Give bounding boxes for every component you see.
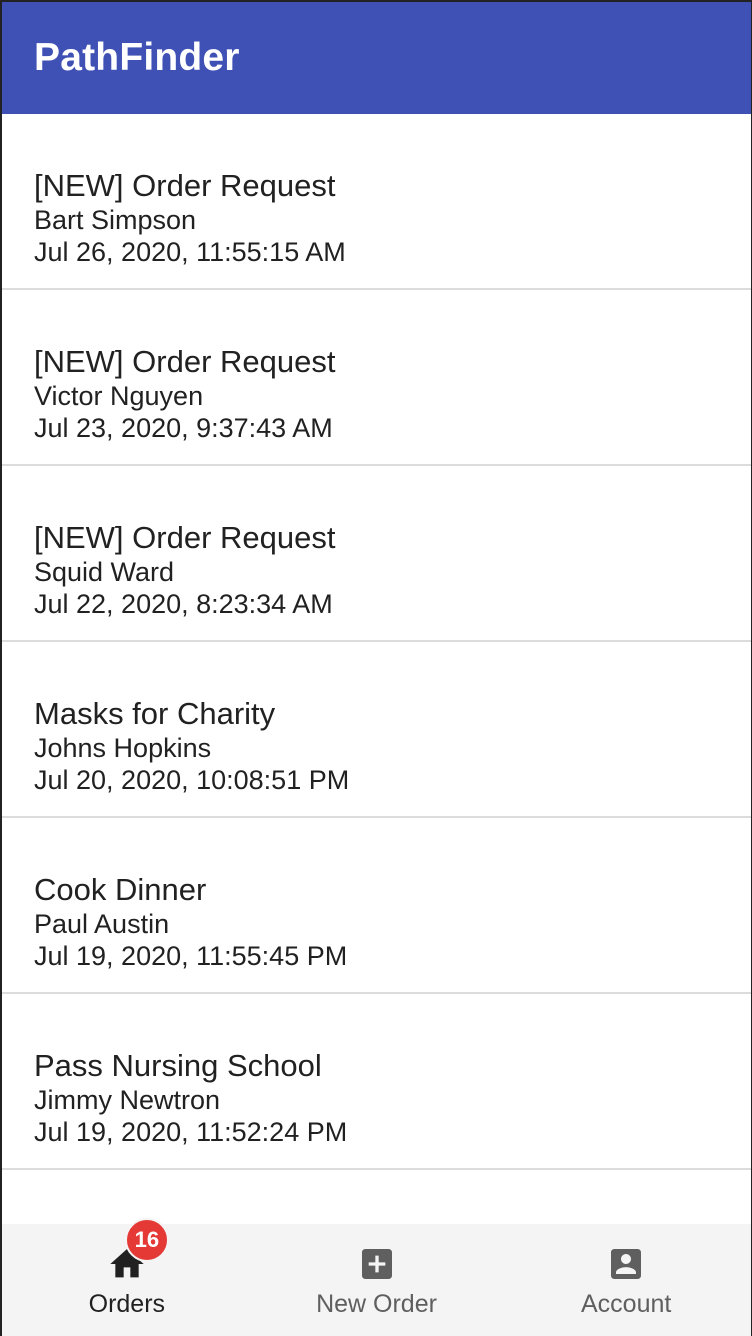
orders-count-badge: 16 [124,1218,169,1262]
tab-orders-label: Orders [88,1290,166,1318]
order-list-item[interactable]: Cook Dinner Paul Austin Jul 19, 2020, 11… [2,818,751,994]
order-title: [NEW] Order Request [34,520,336,555]
order-requester: Victor Nguyen [34,381,204,411]
tab-account[interactable]: Account [501,1224,751,1336]
order-title: Pass Nursing School [34,1048,322,1083]
order-list-item[interactable]: [NEW] Order Request Bart Simpson Jul 26,… [2,114,751,290]
tab-new-order[interactable]: New Order [252,1224,502,1336]
order-timestamp: Jul 22, 2020, 8:23:34 AM [34,589,333,619]
order-timestamp: Jul 20, 2020, 10:08:51 PM [34,765,350,795]
tab-orders[interactable]: 16 Orders [2,1218,252,1336]
order-list-item[interactable]: Pass Nursing School Jimmy Newtron Jul 19… [2,994,751,1170]
order-list-item[interactable]: [NEW] Order Request Victor Nguyen Jul 23… [2,290,751,466]
account-box-icon [611,1249,642,1279]
order-title: Masks for Charity [34,696,276,731]
order-title: [NEW] Order Request [34,168,336,203]
order-requester: Johns Hopkins [34,733,212,763]
order-timestamp: Jul 19, 2020, 11:52:24 PM [34,1117,348,1147]
order-requester: Bart Simpson [34,205,197,235]
order-timestamp: Jul 23, 2020, 9:37:43 AM [34,413,333,443]
app-bar: PathFinder [2,2,751,114]
order-timestamp: Jul 19, 2020, 11:55:45 PM [34,941,348,971]
order-list-item[interactable]: Masks for Charity Johns Hopkins Jul 20, … [2,642,751,818]
order-title: Cook Dinner [34,872,207,907]
tab-account-label: Account [581,1290,672,1318]
order-list-item[interactable]: [NEW] Order Request Squid Ward Jul 22, 2… [2,466,751,642]
tab-new-order-label: New Order [316,1290,437,1318]
app-screen: PathFinder [NEW] Order Request Bart Simp… [0,0,752,1336]
order-list: [NEW] Order Request Bart Simpson Jul 26,… [2,114,751,1170]
app-title: PathFinder [34,36,240,79]
add-box-icon [361,1249,392,1279]
order-requester: Squid Ward [34,557,175,587]
order-title: [NEW] Order Request [34,344,336,379]
order-requester: Jimmy Newtron [34,1085,221,1115]
order-timestamp: Jul 26, 2020, 11:55:15 AM [34,237,346,267]
order-requester: Paul Austin [34,909,170,939]
bottom-navigation: 16 Orders New Order Account [2,1218,751,1336]
